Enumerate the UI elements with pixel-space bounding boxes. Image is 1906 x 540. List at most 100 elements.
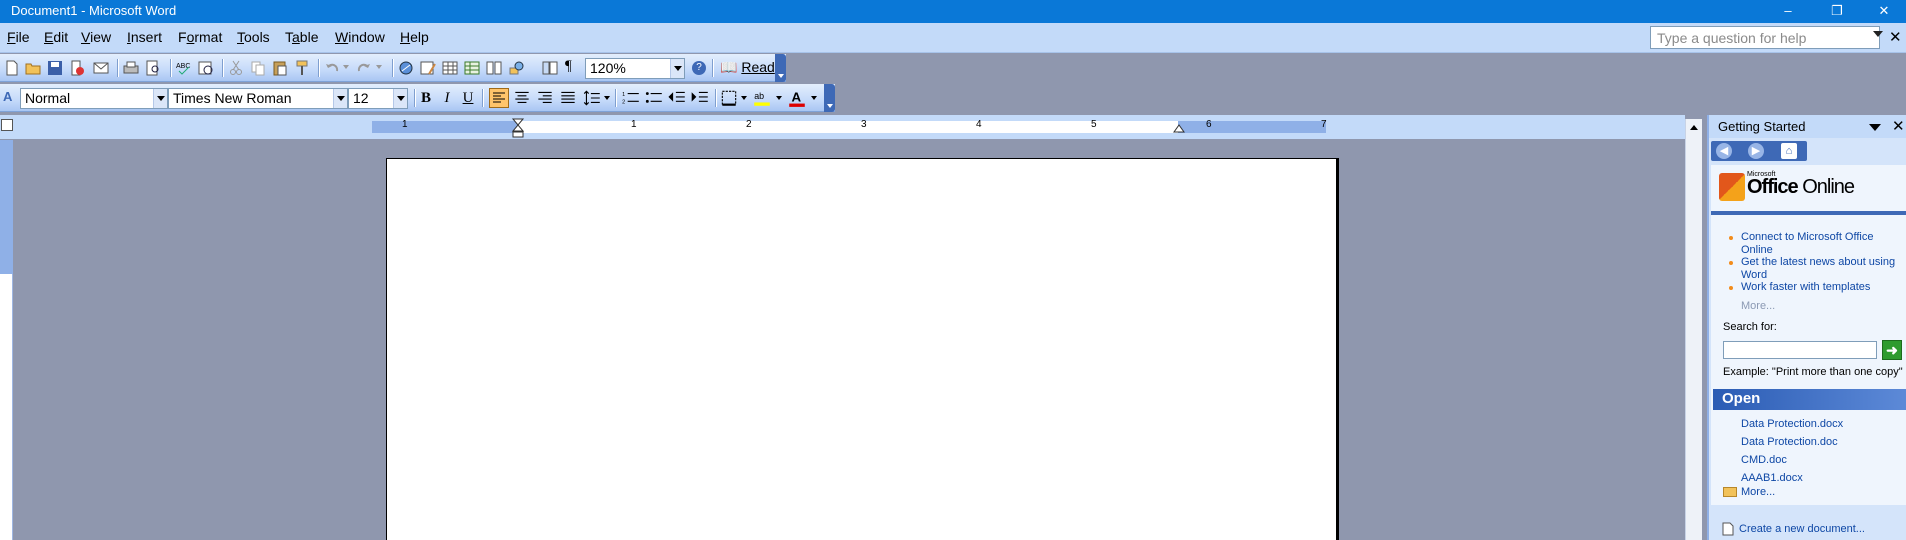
- decrease-indent-icon[interactable]: [667, 88, 687, 108]
- indent-marker-icon[interactable]: [512, 118, 524, 138]
- horizontal-ruler[interactable]: 1 1 2 3 4 5 6 7: [0, 115, 1685, 139]
- help-icon[interactable]: ?: [692, 61, 706, 75]
- style-dropdown-icon[interactable]: [153, 89, 167, 108]
- forward-icon[interactable]: ▶: [1748, 143, 1764, 159]
- task-pane-dropdown-icon[interactable]: [1869, 124, 1881, 131]
- close-button[interactable]: ✕: [1862, 0, 1906, 23]
- close-document-icon[interactable]: ✕: [1889, 28, 1902, 46]
- insert-excel-icon[interactable]: [463, 59, 481, 77]
- align-left-icon[interactable]: [489, 88, 509, 108]
- menu-window[interactable]: Window: [335, 29, 385, 45]
- menu-file[interactable]: File: [7, 29, 30, 45]
- toolbar-options-icon[interactable]: [775, 54, 786, 82]
- font-color-dropdown-icon[interactable]: [811, 96, 817, 100]
- search-go-icon[interactable]: ➜: [1882, 340, 1902, 360]
- font-select[interactable]: Times New Roman: [168, 88, 348, 109]
- document-page[interactable]: [386, 158, 1339, 540]
- menu-insert[interactable]: Insert: [127, 29, 162, 45]
- undo-icon[interactable]: [323, 59, 341, 77]
- document-map-icon[interactable]: [541, 59, 559, 77]
- search-input[interactable]: [1723, 341, 1877, 359]
- line-spacing-dropdown-icon[interactable]: [604, 96, 610, 100]
- create-new-document-link[interactable]: Create a new document...: [1739, 523, 1865, 536]
- recent-file[interactable]: Data Protection.doc: [1741, 436, 1838, 449]
- redo-dropdown-icon[interactable]: [376, 65, 382, 69]
- back-icon[interactable]: ◀: [1716, 143, 1732, 159]
- permission-icon[interactable]: [68, 59, 86, 77]
- task-pane-close-icon[interactable]: ✕: [1892, 117, 1905, 135]
- align-center-icon[interactable]: [512, 88, 532, 108]
- menu-view[interactable]: View: [81, 29, 111, 45]
- columns-icon[interactable]: [485, 59, 503, 77]
- tab-selector[interactable]: [1, 119, 13, 131]
- link-latest-news[interactable]: Get the latest news about using Word: [1741, 256, 1901, 282]
- recent-file[interactable]: Data Protection.docx: [1741, 418, 1843, 431]
- menu-help[interactable]: Help: [400, 29, 429, 45]
- office-online-logo[interactable]: Office Online: [1747, 176, 1855, 199]
- home-icon[interactable]: ⌂: [1781, 143, 1797, 159]
- font-size-select[interactable]: 12: [348, 88, 408, 109]
- recent-file[interactable]: CMD.doc: [1741, 454, 1787, 467]
- align-right-icon[interactable]: [535, 88, 555, 108]
- help-search-input[interactable]: Type a question for help: [1650, 26, 1880, 49]
- print-preview-icon[interactable]: [144, 59, 162, 77]
- minimize-button[interactable]: –: [1766, 0, 1810, 23]
- borders-icon[interactable]: [719, 88, 739, 108]
- save-icon[interactable]: [46, 59, 64, 77]
- menu-edit[interactable]: Edit: [44, 29, 68, 45]
- read-button[interactable]: 📖 Read: [720, 59, 775, 76]
- cut-icon[interactable]: [227, 59, 245, 77]
- new-document-icon[interactable]: [3, 59, 21, 77]
- font-dropdown-icon[interactable]: [333, 89, 347, 108]
- copy-icon[interactable]: [249, 59, 267, 77]
- line-spacing-icon[interactable]: [582, 88, 602, 108]
- email-icon[interactable]: [92, 59, 110, 77]
- highlight-dropdown-icon[interactable]: [776, 96, 782, 100]
- font-size-dropdown-icon[interactable]: [393, 89, 407, 108]
- zoom-dropdown-icon[interactable]: [670, 59, 684, 78]
- open-folder-icon[interactable]: [24, 59, 42, 77]
- font-color-icon[interactable]: A: [787, 88, 807, 108]
- link-connect-office-online[interactable]: Connect to Microsoft Office Online: [1741, 231, 1901, 257]
- tables-borders-icon[interactable]: [419, 59, 437, 77]
- justify-icon[interactable]: [558, 88, 578, 108]
- print-icon[interactable]: [122, 59, 140, 77]
- font-value: Times New Roman: [173, 90, 292, 106]
- format-painter-icon[interactable]: [293, 59, 311, 77]
- paste-icon[interactable]: [271, 59, 289, 77]
- spelling-icon[interactable]: ABC: [175, 59, 193, 77]
- more-files-link[interactable]: More...: [1741, 486, 1775, 499]
- zoom-select[interactable]: 120%: [585, 58, 685, 79]
- numbering-icon[interactable]: 12: [621, 88, 641, 108]
- menu-table[interactable]: Table: [285, 29, 318, 45]
- toolbar-options-icon[interactable]: [824, 84, 835, 112]
- vertical-scrollbar[interactable]: [1685, 119, 1702, 540]
- hyperlink-icon[interactable]: [397, 59, 415, 77]
- show-formatting-icon[interactable]: ¶: [565, 58, 572, 75]
- bold-button[interactable]: B: [416, 88, 436, 108]
- help-dropdown-arrow-icon[interactable]: [1873, 31, 1883, 37]
- redo-icon[interactable]: [355, 59, 373, 77]
- open-section-heading: Open: [1713, 389, 1906, 410]
- separator: [712, 59, 713, 77]
- research-icon[interactable]: [197, 59, 215, 77]
- more-link[interactable]: More...: [1741, 300, 1775, 312]
- borders-dropdown-icon[interactable]: [741, 96, 747, 100]
- link-templates[interactable]: Work faster with templates: [1741, 281, 1901, 294]
- undo-dropdown-icon[interactable]: [343, 65, 349, 69]
- menu-tools[interactable]: Tools: [237, 29, 270, 45]
- italic-button[interactable]: I: [437, 88, 457, 108]
- style-select[interactable]: Normal: [20, 88, 168, 109]
- vertical-ruler[interactable]: [0, 140, 13, 540]
- right-indent-marker-icon[interactable]: [1173, 123, 1185, 133]
- highlight-icon[interactable]: ab: [752, 88, 772, 108]
- increase-indent-icon[interactable]: [690, 88, 710, 108]
- drawing-icon[interactable]: [507, 59, 525, 77]
- underline-button[interactable]: U: [458, 88, 478, 108]
- restore-button[interactable]: ❐: [1815, 0, 1859, 23]
- insert-table-icon[interactable]: [441, 59, 459, 77]
- recent-file[interactable]: AAAB1.docx: [1741, 472, 1803, 485]
- styles-formatting-icon[interactable]: A: [3, 89, 12, 104]
- menu-format[interactable]: Format: [178, 29, 222, 45]
- bullets-icon[interactable]: [644, 88, 664, 108]
